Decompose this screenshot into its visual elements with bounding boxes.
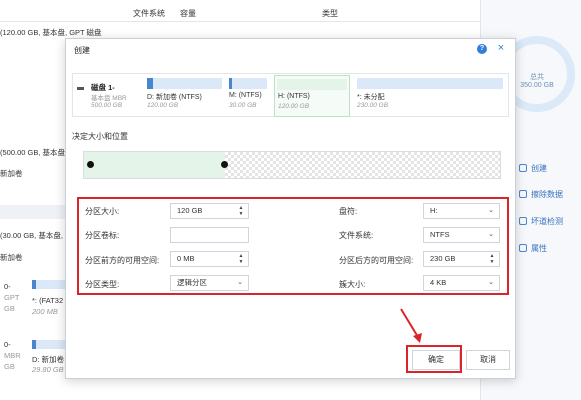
stepper-icon[interactable]: ▲ ▼	[238, 205, 244, 217]
disk-row-text: 新加卷	[0, 253, 23, 262]
partition-label: H: (NTFS)	[278, 93, 310, 100]
size-position-label: 决定大小和位置	[72, 132, 128, 141]
chevron-down-icon: ⌄	[488, 207, 494, 214]
action-create[interactable]: 创建	[519, 163, 547, 174]
mini-disk-2[interactable]: 0- MBR GB	[4, 340, 28, 382]
disk-list-left: (120.00 GB, 基本盘, GPT 磁盘 (500.00 GB, 基本盘,…	[0, 22, 102, 400]
partition-h-selected[interactable]: H: (NTFS) 120.00 GB	[274, 75, 350, 117]
chevron-down-icon: ⌄	[488, 231, 494, 238]
wipe-icon	[519, 190, 527, 198]
disk-info: 磁盘 1- 基本盘 MBR 500.00 GB	[77, 78, 145, 114]
partition-label-label: 分区卷标:	[85, 231, 120, 240]
mini-disk-1[interactable]: 0- GPT GB	[4, 282, 28, 324]
check-icon	[519, 217, 527, 225]
partition-size-label: 分区大小:	[85, 207, 120, 216]
disk-type: 基本盘 MBR	[91, 95, 127, 102]
partition-size: 230.00 GB	[357, 102, 389, 109]
column-header: 文件系统 容量 类型	[0, 0, 480, 22]
disk-size: 500.00 GB	[91, 102, 123, 109]
space-before-input[interactable]: 0 MB ▲ ▼	[170, 251, 249, 267]
mini-partition-2[interactable]: D: 新加卷 29.80 GB	[32, 340, 65, 380]
mini-partition-1[interactable]: *: (FAT32 200 MB	[32, 280, 65, 320]
slider-filled-region	[84, 152, 225, 178]
cancel-button[interactable]: 取消	[466, 350, 510, 370]
stepper-icon[interactable]: ▲ ▼	[489, 253, 495, 265]
partition-unallocated[interactable]: *: 未分配 230.00 GB	[357, 78, 503, 114]
close-icon[interactable]: ×	[495, 42, 507, 54]
partition-settings-box: 分区大小: 120 GB ▲ ▼ 分区卷标: 分区前方的可用空间: 0 MB ▲ ▼…	[77, 197, 509, 295]
partition-usage-bar	[229, 78, 267, 89]
partition-label: D: 新加卷 (NTFS)	[147, 94, 202, 101]
partition-label: M: (NTFS)	[229, 92, 262, 99]
partition-size: 120.00 GB	[278, 103, 310, 110]
partition-usage-bar	[147, 78, 222, 89]
slider-empty-region	[225, 152, 500, 178]
space-after-input[interactable]: 230 GB ▲ ▼	[423, 251, 500, 267]
drive-letter-select[interactable]: H: ⌄	[423, 203, 500, 219]
create-icon	[519, 164, 527, 172]
partition-size: 30.00 GB	[229, 102, 257, 109]
size-slider[interactable]	[83, 151, 501, 179]
partition-size: 120.00 GB	[147, 102, 179, 109]
dialog-title: 创建	[74, 46, 90, 55]
cluster-size-select[interactable]: 4 KB ⌄	[423, 275, 500, 291]
disk-row-text: (120.00 GB, 基本盘, GPT 磁盘	[0, 28, 102, 37]
space-before-label: 分区前方的可用空间:	[85, 256, 160, 265]
partition-label: *: 未分配	[357, 94, 385, 101]
drive-letter-label: 盘符:	[339, 207, 358, 216]
action-bad-sector-check[interactable]: 坏道检测	[519, 216, 563, 227]
partition-usage-bar	[277, 79, 347, 90]
chevron-down-icon: ⌄	[237, 279, 243, 286]
action-properties[interactable]: 属性	[519, 243, 547, 254]
help-icon[interactable]: ?	[477, 44, 487, 54]
partition-d[interactable]: D: 新加卷 (NTFS) 120.00 GB	[147, 78, 222, 114]
annotation-arrow-icon	[400, 308, 422, 343]
dialog-titlebar: 创建 ? ×	[66, 39, 515, 61]
disk-icon	[77, 87, 84, 90]
space-after-label: 分区后方的可用空间:	[339, 256, 414, 265]
column-capacity[interactable]: 容量	[180, 8, 196, 19]
unallocated-bar	[357, 78, 503, 89]
cluster-size-label: 簇大小:	[339, 280, 366, 289]
partition-type-select[interactable]: 逻辑分区 ⌄	[170, 275, 249, 291]
partition-m[interactable]: M: (NTFS) 30.00 GB	[229, 78, 267, 114]
disk-map: 磁盘 1- 基本盘 MBR 500.00 GB D: 新加卷 (NTFS) 12…	[72, 73, 509, 117]
properties-icon	[519, 244, 527, 252]
selected-row-band	[0, 205, 65, 219]
stepper-icon[interactable]: ▲ ▼	[238, 253, 244, 265]
partition-size-input[interactable]: 120 GB ▲ ▼	[170, 203, 249, 219]
column-type[interactable]: 类型	[322, 8, 338, 19]
file-system-select[interactable]: NTFS ⌄	[423, 227, 500, 243]
column-file-system[interactable]: 文件系统	[133, 8, 165, 19]
slider-right-handle[interactable]	[221, 161, 228, 168]
slider-left-handle[interactable]	[87, 161, 94, 168]
partition-type-label: 分区类型:	[85, 280, 120, 289]
file-system-label: 文件系统:	[339, 231, 374, 240]
partition-label-input[interactable]	[170, 227, 249, 243]
action-wipe-data[interactable]: 擦除数据	[519, 189, 563, 200]
chevron-down-icon: ⌄	[488, 279, 494, 286]
create-partition-dialog: 创建 ? × 磁盘 1- 基本盘 MBR 500.00 GB D: 新加卷 (N…	[65, 38, 516, 379]
ok-button[interactable]: 确定	[412, 350, 460, 370]
disk-row-text: 新加卷	[0, 169, 23, 178]
